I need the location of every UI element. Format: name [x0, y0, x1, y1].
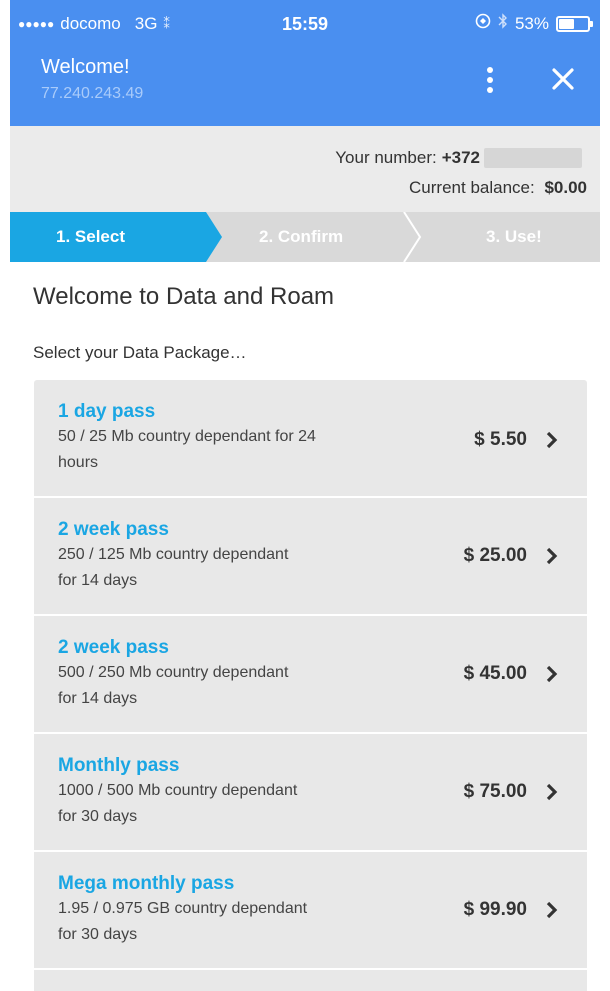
balance-row: Current balance: $0.00	[409, 178, 587, 198]
step-select: 1. Select	[56, 227, 125, 246]
package-item-2-week-pass-250[interactable]: 2 week pass 250 / 125 Mb country dependa…	[34, 498, 587, 616]
chevron-right-icon	[546, 901, 558, 919]
package-name: 1 day pass	[58, 401, 156, 422]
chevron-right-icon	[546, 783, 558, 801]
package-price: $ 99.90	[463, 899, 527, 920]
orientation-lock-icon	[475, 13, 491, 34]
package-item-1-day-pass[interactable]: 1 day pass 50 / 25 Mb country dependant …	[34, 380, 587, 498]
app-frame: ●●●●● docomo 3G ⁑ 15:59 53% Welcome! 77.	[10, 0, 600, 991]
package-price: $ 45.00	[463, 663, 527, 684]
more-vertical-icon[interactable]	[480, 64, 500, 96]
balance-label: Current balance:	[409, 178, 535, 197]
header: ●●●●● docomo 3G ⁑ 15:59 53% Welcome! 77.	[10, 0, 600, 126]
battery-percent: 53%	[514, 13, 549, 33]
number-prefix: +372	[441, 148, 480, 167]
chevron-right-icon	[546, 665, 558, 683]
package-price: $ 25.00	[463, 545, 527, 566]
package-price: $ 5.50	[474, 429, 527, 450]
step-confirm: 2. Confirm	[259, 227, 344, 246]
package-item-2-week-pass-500[interactable]: 2 week pass 500 / 250 Mb country dependa…	[34, 616, 587, 734]
app-subtitle: 77.240.243.49	[41, 85, 144, 102]
package-description: 50 / 25 Mb country dependant for 24 hour…	[58, 428, 316, 471]
page-subtitle: Select your Data Package…	[33, 343, 247, 362]
chevron-right-icon	[546, 431, 558, 449]
battery-icon	[556, 15, 593, 32]
package-name: Mega monthly pass	[58, 873, 235, 894]
redacted-number	[484, 148, 582, 168]
package-item-partial[interactable]	[34, 970, 587, 991]
step-progress-bar: 1. Select 2. Confirm 3. Use!	[10, 212, 600, 262]
status-bar: ●●●●● docomo 3G ⁑ 15:59 53%	[10, 0, 600, 46]
close-icon[interactable]	[548, 62, 578, 96]
package-description: 250 / 125 Mb country dependant for 14 da…	[58, 546, 289, 589]
app-title: Welcome!	[41, 56, 130, 78]
phone-number-row: Your number: +372	[335, 148, 582, 168]
account-info: Your number: +372 Current balance: $0.00	[10, 126, 600, 212]
number-label: Your number:	[335, 148, 437, 167]
package-name: 2 week pass	[58, 519, 169, 540]
package-description: 1000 / 500 Mb country dependant for 30 d…	[58, 782, 298, 825]
page-title: Welcome to Data and Roam	[33, 283, 335, 310]
package-description: 1.95 / 0.975 GB country dependant for 30…	[58, 900, 308, 943]
bluetooth-icon	[498, 13, 508, 34]
package-description: 500 / 250 Mb country dependant for 14 da…	[58, 664, 289, 707]
step-use: 3. Use!	[486, 227, 542, 246]
chevron-right-icon	[546, 547, 558, 565]
package-name: 2 week pass	[58, 637, 169, 658]
package-item-monthly-pass[interactable]: Monthly pass 1000 / 500 Mb country depen…	[34, 734, 587, 852]
balance-value: $0.00	[544, 178, 587, 197]
package-price: $ 75.00	[463, 781, 527, 802]
package-name: Monthly pass	[58, 755, 180, 776]
battery-level	[559, 18, 574, 29]
package-list: 1 day pass 50 / 25 Mb country dependant …	[34, 380, 587, 991]
package-item-mega-monthly-pass[interactable]: Mega monthly pass 1.95 / 0.975 GB countr…	[34, 852, 587, 970]
status-right: 53%	[475, 13, 593, 34]
